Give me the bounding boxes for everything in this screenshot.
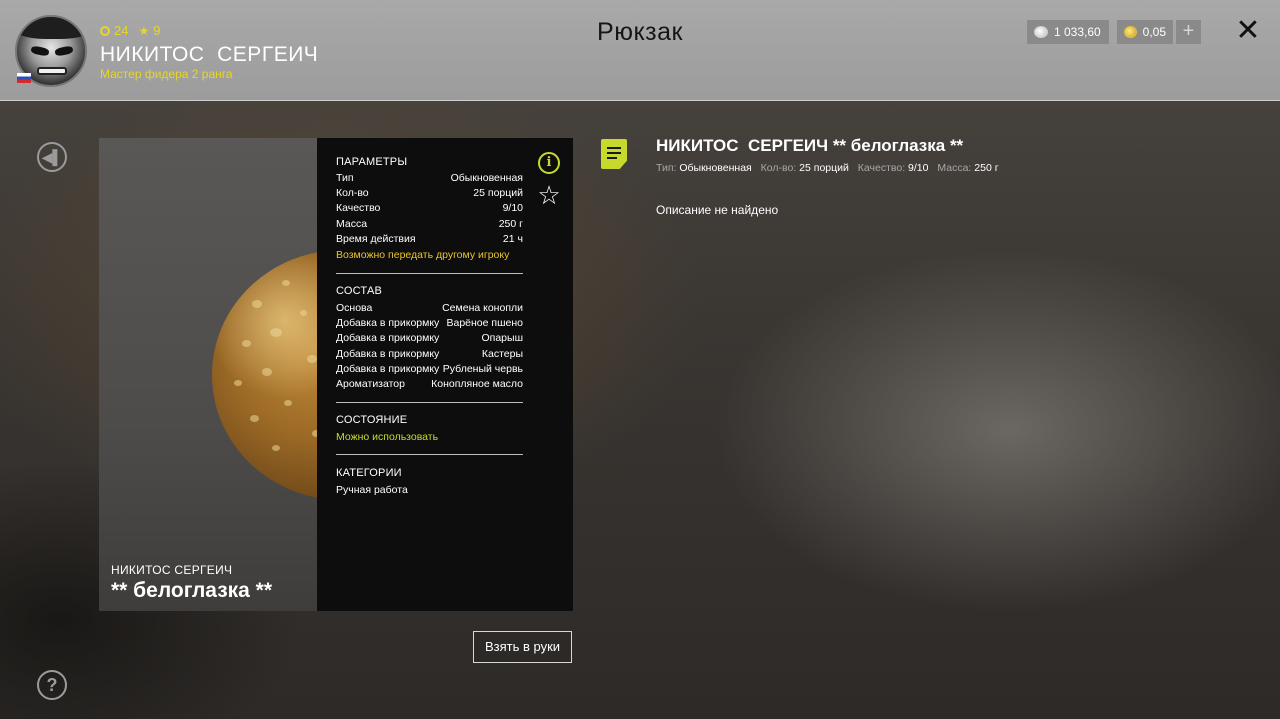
gold-balance: 0,05 [1117,20,1173,44]
param-row: Кол-во 25 порций [336,187,523,200]
composition-row: Добавка в прикормку Кастеры [336,347,523,360]
category-value: Ручная работа [336,484,408,496]
param-row: Масса 250 г [336,217,523,230]
add-currency-button[interactable]: + [1176,20,1201,44]
player-rank: Мастер фидера 2 ранга [100,67,233,81]
transfer-note: Возможно передать другому игроку [336,249,510,261]
param-row: Тип Обыкновенная [336,172,523,184]
info-icon[interactable]: i [538,152,560,174]
state-value: Можно использовать [336,431,439,443]
composition-row: Ароматизатор Конопляное масло [336,377,523,390]
item-description: Описание не найдено [656,203,779,217]
russia-flag-icon [17,73,31,83]
document-icon [601,139,627,169]
gold-coin-icon [1124,26,1137,38]
silver-coin-icon [1034,26,1048,38]
param-row: Качество 9/10 [336,202,523,215]
gold-amount: 0,05 [1142,25,1166,39]
item-name: ** белоглазка ** [111,579,273,602]
params-panel: i ☆ ПАРАМЕТРЫ Тип Обыкновенная Кол-во 25… [317,138,573,611]
close-button[interactable]: ✕ [1234,16,1262,46]
back-button[interactable]: ◀▌ [37,142,67,172]
divider [336,273,523,274]
divider [336,402,523,403]
bait-ball-image [212,250,317,500]
composition-title: СОСТАВ [336,285,383,297]
param-row: Время действия 21 ч [336,232,523,245]
star-outline-icon[interactable]: ☆ [536,182,562,208]
item-preview: НИКИТОС СЕРГЕИЧ ** белоглазка ** [99,138,317,611]
composition-row: Добавка в прикормку Рубленый червь [336,362,523,375]
divider [336,454,523,455]
composition-row: Основа Семена конопли [336,302,523,314]
composition-rows: Основа Семена конопли Добавка в прикормк… [336,302,523,393]
top-bar: 24 ★ 9 НИКИТОС СЕРГЕИЧ Мастер фидера 2 р… [0,0,1280,101]
silver-amount: 1 033,60 [1054,25,1101,39]
silver-balance: 1 033,60 [1027,20,1109,44]
composition-row: Добавка в прикормку Варёное пшено [336,317,523,330]
composition-row: Добавка в прикормку Опарыш [336,332,523,345]
detail-meta: Тип: Обыкновенная Кол-во: 25 порций Каче… [656,162,999,174]
categories-title: КАТЕГОРИИ [336,467,402,479]
help-button[interactable]: ? [37,670,67,700]
params-title: ПАРАМЕТРЫ [336,156,408,168]
question-icon: ? [46,675,58,695]
back-arrow-icon: ◀▌ [41,149,63,165]
item-subtitle: НИКИТОС СЕРГЕИЧ [111,563,233,577]
params-rows: Тип Обыкновенная Кол-во 25 порций Качест… [336,172,523,248]
take-in-hands-button[interactable]: Взять в руки [473,631,572,663]
state-title: СОСТОЯНИЕ [336,414,408,426]
detail-title: НИКИТОС СЕРГЕИЧ ** белоглазка ** [656,136,964,155]
